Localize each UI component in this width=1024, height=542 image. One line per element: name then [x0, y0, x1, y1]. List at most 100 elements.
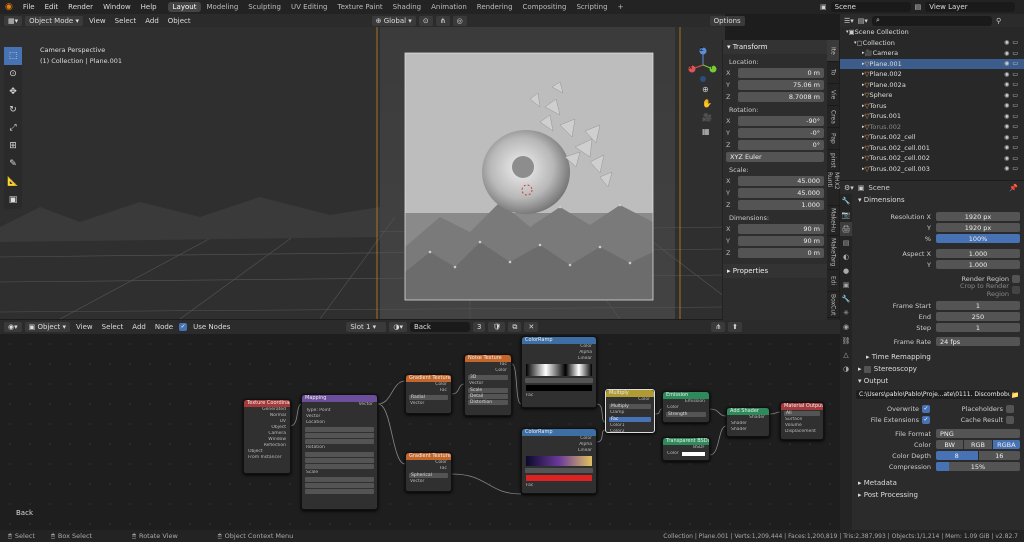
filter-icon[interactable]: ⚲: [996, 17, 1001, 25]
resolution-y-field[interactable]: 1920 px: [936, 222, 1020, 233]
tab-pap[interactable]: Pap: [827, 128, 839, 150]
dimensions-y-field[interactable]: 90 m: [738, 235, 824, 246]
view-layer-props-icon[interactable]: ▤: [840, 236, 852, 250]
color-rgba-button[interactable]: RGBA: [992, 439, 1020, 450]
node-colorramp-1[interactable]: ColorRamp Color Alpha Linear Fac: [521, 336, 597, 408]
scale-z-field[interactable]: 1.000: [738, 199, 824, 210]
duplicate-material-icon[interactable]: ⧉: [508, 322, 522, 332]
mapping-type-value[interactable]: Point: [319, 408, 330, 413]
camera-render-icon[interactable]: ▭: [1012, 81, 1018, 88]
grid-icon[interactable]: ▦: [702, 127, 712, 136]
ramp2-position-field[interactable]: [525, 468, 593, 473]
folder-icon[interactable]: 📁: [1010, 391, 1020, 399]
navigation-gizmo[interactable]: Z X Y: [688, 45, 718, 83]
editor-type-icon[interactable]: ▦▾: [4, 15, 23, 26]
dimensions-panel-header[interactable]: ▾ Dimensions: [852, 194, 1024, 206]
orientation-selector[interactable]: ⊕ Global ▾: [371, 15, 416, 26]
outliner-row[interactable]: ▾ ▣ Scene Collection: [840, 27, 1024, 38]
tab-layout[interactable]: Layout: [167, 2, 202, 12]
frame-end-field[interactable]: 250: [936, 311, 1020, 322]
dimensions-x-field[interactable]: 90 m: [738, 223, 824, 234]
overwrite-checkbox[interactable]: ✓: [922, 404, 930, 413]
resolution-percent-slider[interactable]: 100%: [936, 233, 1020, 244]
noise-vector-in[interactable]: Vector: [465, 381, 511, 387]
tab-mhx2[interactable]: MHX2 Runti: [826, 172, 840, 206]
snap-icon[interactable]: ⋔: [435, 15, 450, 26]
node-add-shader[interactable]: Add Shader Shader Shader Shader: [726, 407, 770, 437]
gradient1-type-selector[interactable]: Radial: [409, 395, 448, 400]
tab-animation[interactable]: Animation: [426, 2, 472, 12]
move-icon[interactable]: ✥: [4, 83, 22, 101]
camera-render-icon[interactable]: ▭: [1012, 134, 1018, 141]
ramp1-interpolation[interactable]: Linear: [522, 356, 596, 362]
rotate-icon[interactable]: ↻: [4, 101, 22, 119]
ramp2-color-swatch[interactable]: [526, 475, 592, 481]
node-menu-view[interactable]: View: [73, 323, 96, 331]
cursor-icon[interactable]: ⊙: [4, 65, 22, 83]
outliner-editor-icon[interactable]: ☰▾: [844, 17, 854, 25]
output-panel-header[interactable]: ▾ Output: [852, 375, 1024, 387]
proportional-edit-icon[interactable]: ◎: [452, 15, 467, 26]
node-mapping[interactable]: Mapping Vector Type: Point Vector Locati…: [301, 394, 378, 510]
pan-hand-icon[interactable]: ✋: [702, 99, 712, 108]
frame-rate-selector[interactable]: 24 fps: [936, 336, 1020, 347]
menu-help[interactable]: Help: [136, 3, 162, 11]
transform-icon[interactable]: ⊞: [4, 137, 22, 155]
dimensions-z-field[interactable]: 0 m: [738, 247, 824, 258]
camera-render-icon[interactable]: ▭: [1012, 60, 1018, 67]
eye-icon[interactable]: ◉: [1004, 155, 1009, 162]
mapping-scale-x[interactable]: [305, 477, 374, 482]
tab-compositing[interactable]: Compositing: [518, 2, 572, 12]
scale-x-field[interactable]: 45.000: [738, 175, 824, 186]
camera-render-icon[interactable]: ▭: [1012, 92, 1018, 99]
mapping-location-x[interactable]: [305, 427, 374, 432]
outliner-row[interactable]: ▸ ▽ Plane.002 ◉ ▭: [840, 69, 1024, 80]
noise-detail-field[interactable]: Detail: [468, 394, 508, 399]
file-format-selector[interactable]: PNG: [936, 428, 1020, 439]
outliner-row[interactable]: ▸ ▽ Torus.002_cell.001 ◉ ▭: [840, 143, 1024, 154]
tab-scripting[interactable]: Scripting: [571, 2, 612, 12]
tab-rendering[interactable]: Rendering: [472, 2, 518, 12]
node-editor-canvas[interactable]: Texture Coordinate Generated Normal UV O…: [0, 334, 840, 530]
ramp1-gradient-bar[interactable]: [526, 364, 592, 376]
camera-render-icon[interactable]: ▭: [1012, 113, 1018, 120]
parent-node-icon[interactable]: ⬆: [728, 322, 742, 332]
material-browse-icon[interactable]: ◑▾: [389, 322, 407, 332]
material-props-icon[interactable]: ◑: [840, 362, 852, 376]
outliner-row[interactable]: ▾ ▢ Collection ◉ ▭: [840, 38, 1024, 49]
pivot-icon[interactable]: ⊙: [418, 15, 433, 26]
tab-create[interactable]: Crea: [827, 106, 839, 128]
modifier-props-icon[interactable]: 🔧: [840, 292, 852, 306]
ramp1-fac-in[interactable]: Fac: [522, 393, 596, 399]
use-nodes-checkbox[interactable]: ✓: [179, 323, 188, 331]
add-cube-icon[interactable]: ▣: [4, 191, 22, 209]
shader-editor-icon[interactable]: ◉▾: [4, 322, 22, 332]
3d-viewport[interactable]: Camera Perspective (1) Collection | Plan…: [0, 27, 725, 319]
emission-strength-field[interactable]: Strength: [666, 412, 706, 417]
outliner-search-input[interactable]: ⌕: [871, 15, 992, 26]
crop-checkbox[interactable]: [1012, 285, 1020, 294]
data-props-icon[interactable]: △: [840, 348, 852, 362]
eye-icon[interactable]: ◉: [1004, 71, 1009, 78]
ramp1-color-swatch[interactable]: [526, 385, 592, 391]
color-bw-button[interactable]: BW: [936, 439, 964, 450]
eye-icon[interactable]: ◉: [1004, 165, 1009, 172]
ramp2-gradient-bar[interactable]: [526, 456, 592, 466]
mix-color2-in[interactable]: Color2: [606, 429, 654, 435]
tab-modeling[interactable]: Modeling: [201, 2, 243, 12]
menu-view[interactable]: View: [86, 17, 109, 25]
options-button[interactable]: Options: [709, 15, 745, 26]
transform-panel-header[interactable]: ▾ Transform: [723, 40, 827, 54]
outliner-row[interactable]: ▸ ▽ Torus.002_cell.002 ◉ ▭: [840, 153, 1024, 164]
eye-icon[interactable]: ◉: [1004, 39, 1009, 46]
frame-step-field[interactable]: 1: [936, 322, 1020, 333]
compression-slider[interactable]: 15%: [936, 461, 1020, 472]
scale-icon[interactable]: ⤢: [4, 119, 22, 137]
world-props-icon[interactable]: ●: [840, 264, 852, 278]
unlink-material-icon[interactable]: ✕: [524, 322, 539, 332]
properties-editor-icon[interactable]: ⚙▾: [844, 184, 854, 192]
output-props-icon[interactable]: 🖨: [840, 222, 852, 236]
display-mode-icon[interactable]: ▤▾: [858, 17, 868, 25]
node-mix-multiply[interactable]: Multiply Color Multiply Clamp Fac Color1…: [605, 389, 655, 435]
tool-props-icon[interactable]: 🔧: [840, 194, 852, 208]
